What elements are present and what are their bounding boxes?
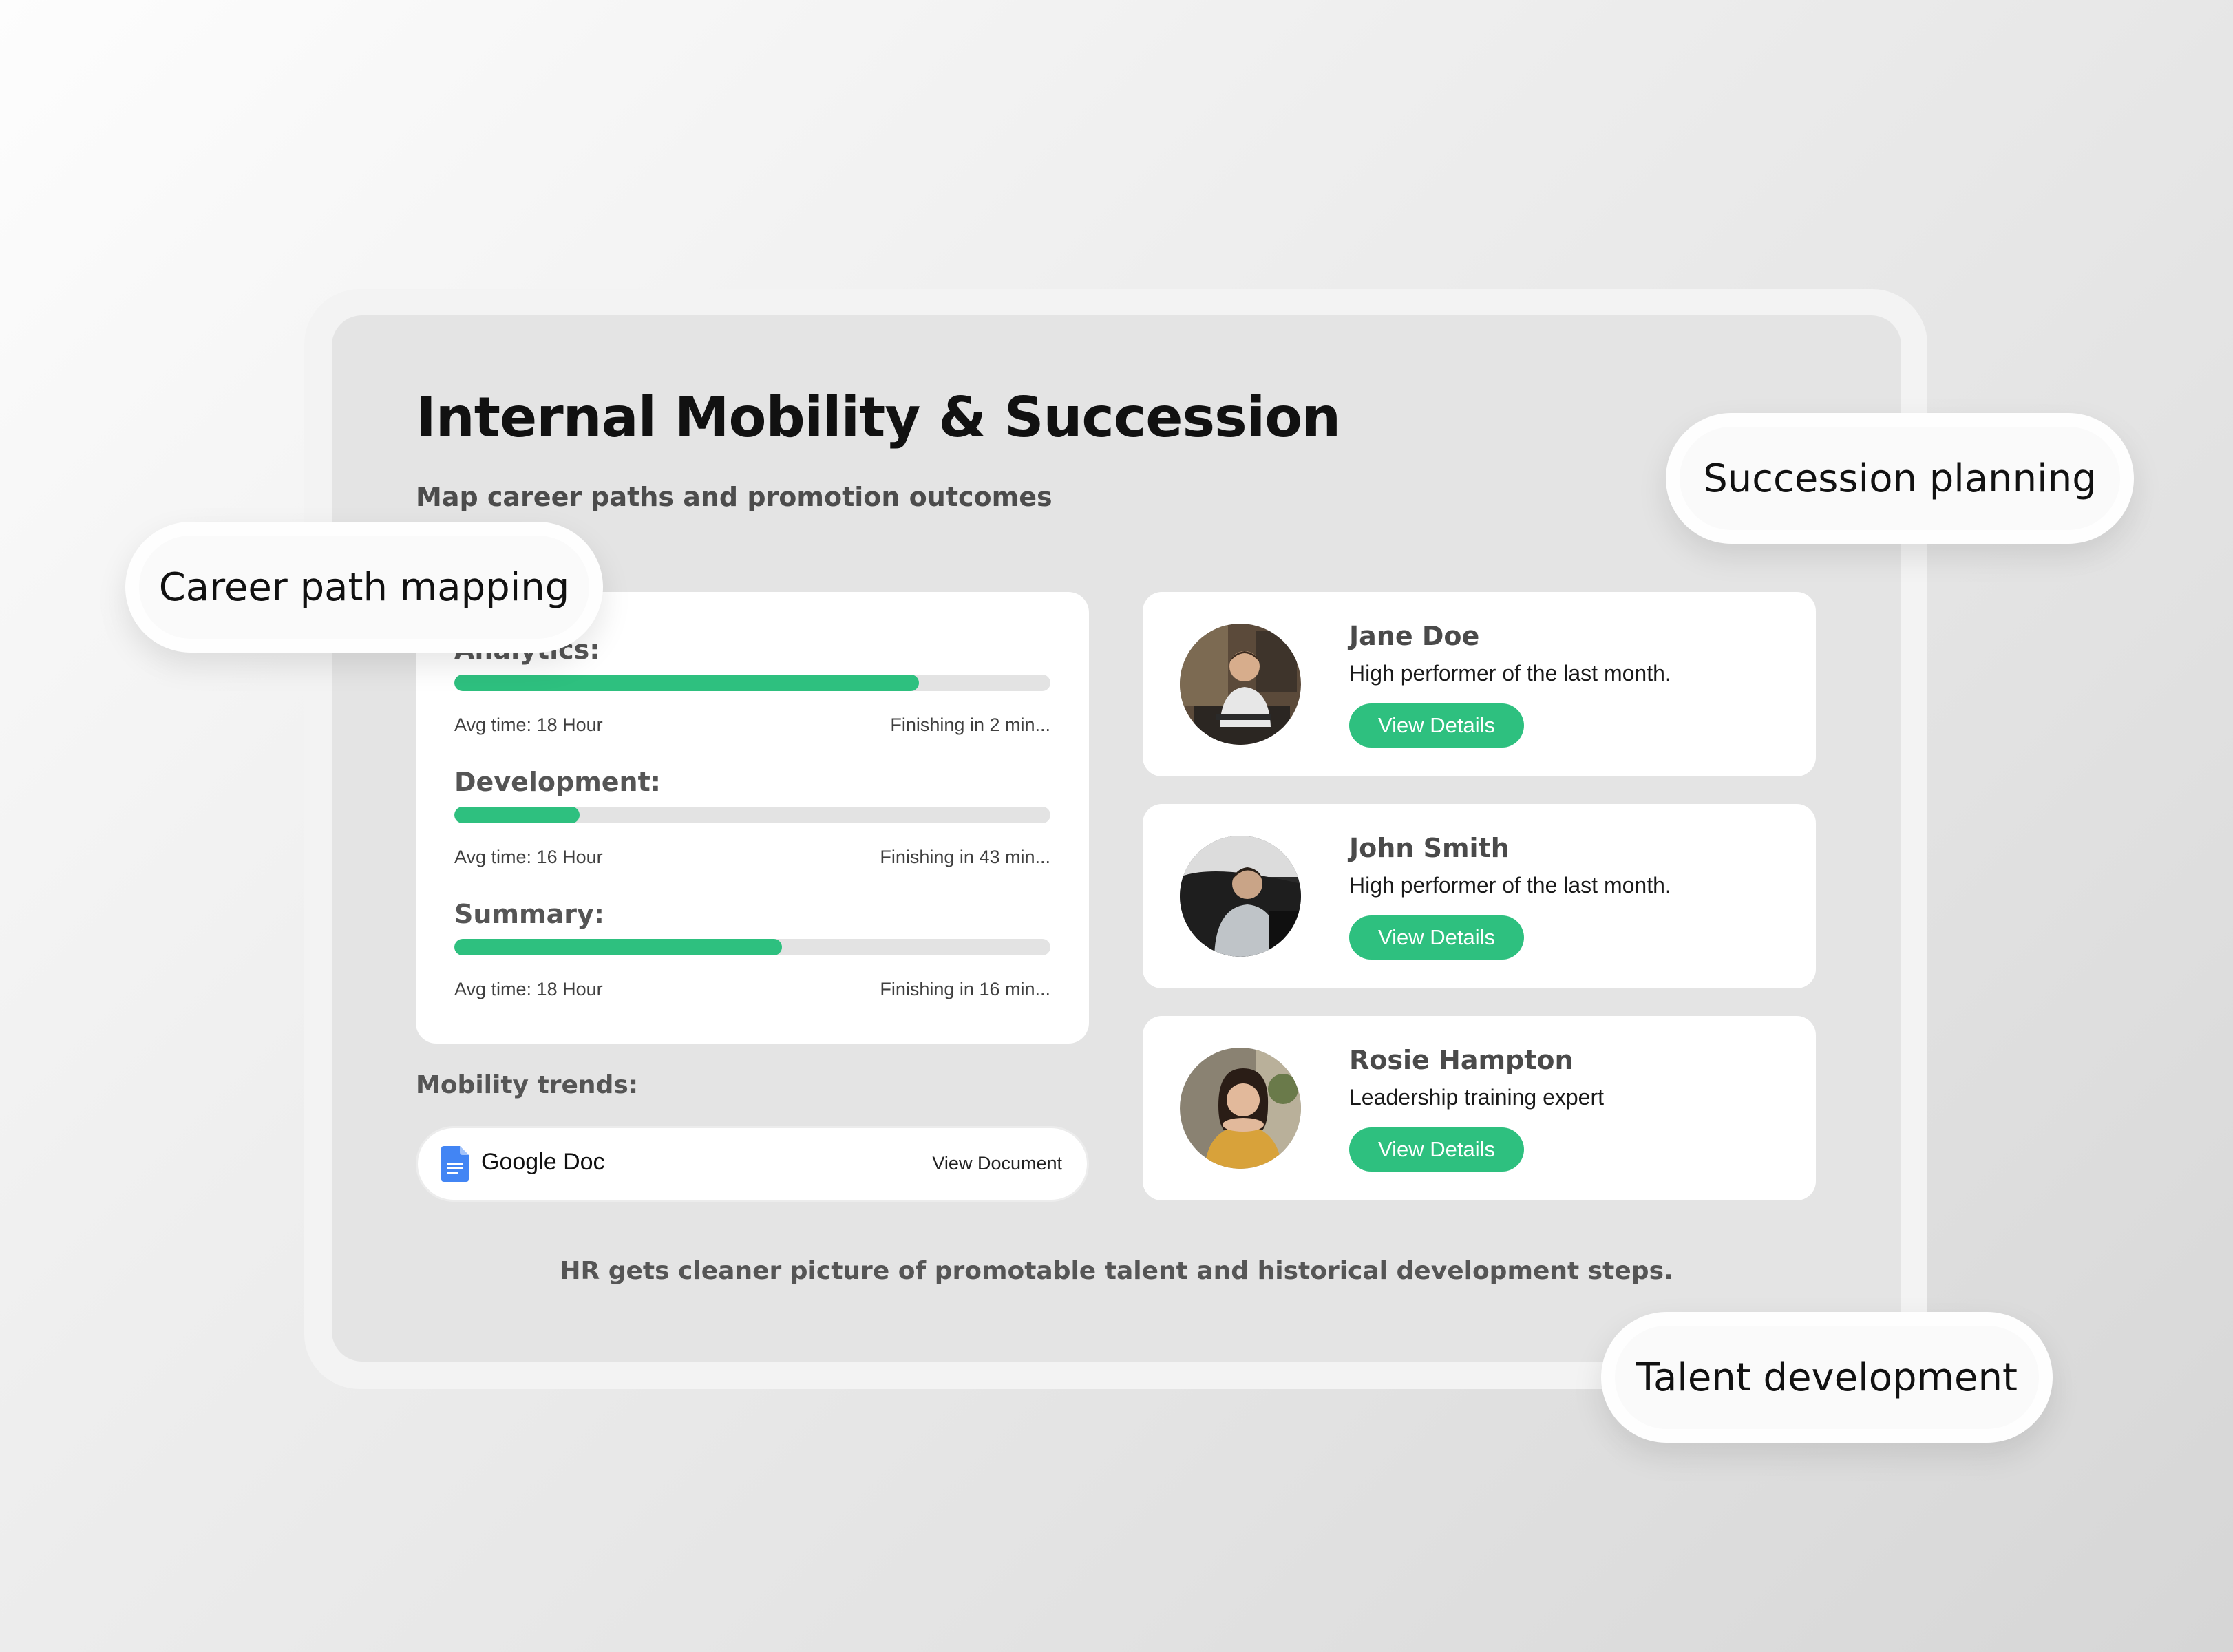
avg-time: Avg time: 16 Hour: [454, 847, 603, 867]
view-details-button[interactable]: View Details: [1349, 1127, 1524, 1172]
person-name: Rosie Hampton: [1349, 1045, 1574, 1075]
page-title: Internal Mobility & Succession: [416, 385, 1341, 449]
career-path-mapping-tag: Career path mapping: [125, 522, 603, 653]
progress-track: [454, 939, 1050, 955]
avatar: [1180, 1048, 1301, 1169]
progress-track: [454, 807, 1050, 823]
finishing-time: Finishing in 2 min...: [890, 714, 1050, 735]
person-name: Jane Doe: [1349, 621, 1480, 651]
finishing-time: Finishing in 43 min...: [880, 847, 1050, 867]
footer-text: HR gets cleaner picture of promotable ta…: [560, 1257, 1673, 1285]
avg-time: Avg time: 18 Hour: [454, 714, 603, 735]
document-row[interactable]: Google Doc View Document: [416, 1126, 1089, 1202]
talent-development-tag: Talent development: [1601, 1312, 2053, 1443]
tag-label: Succession planning: [1703, 456, 2097, 501]
avatar: [1180, 624, 1301, 745]
progress-card: Analytics: Avg time: 18 Hour Finishing i…: [416, 592, 1089, 1044]
person-card: Rosie Hampton Leadership training expert…: [1143, 1016, 1816, 1200]
finishing-time: Finishing in 16 min...: [880, 979, 1050, 999]
canvas: Internal Mobility & Succession Map caree…: [0, 0, 2233, 1652]
page-subtitle: Map career paths and promotion outcomes: [416, 482, 1052, 512]
view-details-button[interactable]: View Details: [1349, 915, 1524, 960]
person-description: Leadership training expert: [1349, 1085, 1605, 1110]
avg-time: Avg time: 18 Hour: [454, 979, 603, 999]
succession-planning-tag: Succession planning: [1666, 413, 2134, 544]
google-doc-icon: [441, 1146, 469, 1182]
view-document-link[interactable]: View Document: [932, 1153, 1062, 1174]
document-name: Google Doc: [481, 1149, 605, 1175]
tag-label: Career path mapping: [158, 564, 570, 610]
task-label: Summary:: [454, 899, 604, 929]
person-name: John Smith: [1349, 833, 1510, 863]
progress-fill: [454, 807, 580, 823]
mobility-trends-label: Mobility trends:: [416, 1071, 639, 1099]
person-description: High performer of the last month.: [1349, 873, 1671, 898]
progress-fill: [454, 675, 920, 691]
view-details-button[interactable]: View Details: [1349, 703, 1524, 748]
person-description: High performer of the last month.: [1349, 661, 1671, 686]
person-card: Jane Doe High performer of the last mont…: [1143, 592, 1816, 776]
progress-track: [454, 675, 1050, 691]
tag-label: Talent development: [1636, 1355, 2018, 1400]
avatar: [1180, 836, 1301, 957]
task-label: Development:: [454, 767, 661, 797]
progress-fill: [454, 939, 783, 955]
person-card: John Smith High performer of the last mo…: [1143, 804, 1816, 988]
